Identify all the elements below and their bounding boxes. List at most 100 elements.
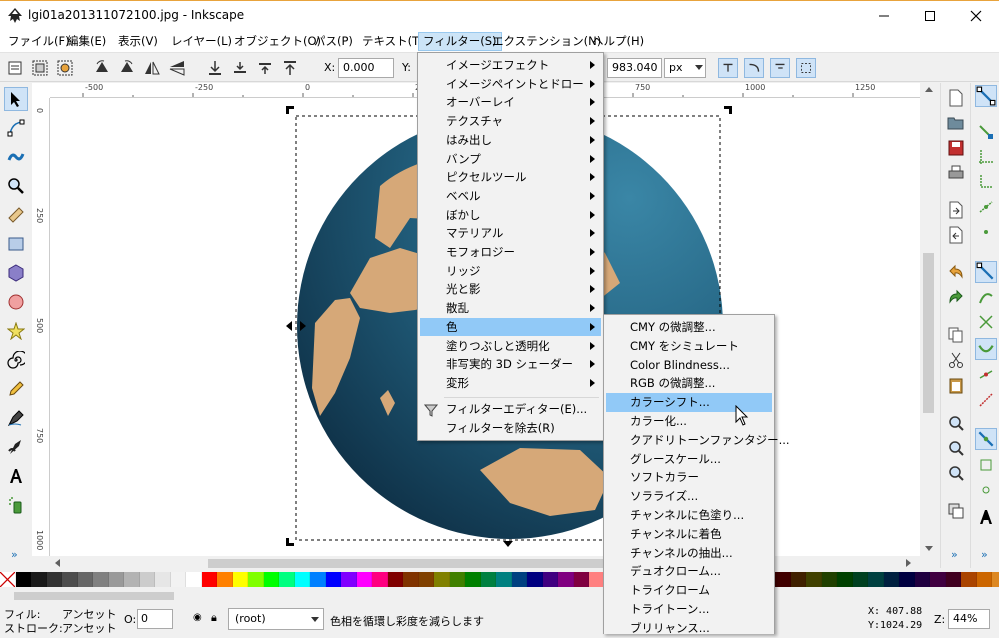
snap-intersection-icon[interactable] (977, 313, 995, 331)
resize-handle-sw[interactable] (286, 538, 294, 546)
no-paint-swatch[interactable] (0, 572, 16, 587)
import-icon[interactable] (947, 201, 965, 219)
color-swatch[interactable] (232, 572, 248, 587)
snap-path-icon[interactable] (977, 288, 995, 306)
resize-handle-ne[interactable] (724, 106, 732, 114)
color-swatch[interactable] (325, 572, 341, 587)
filter-menu-item[interactable]: リッジ (420, 262, 601, 281)
snap-text-baseline-icon[interactable] (977, 481, 995, 499)
flip-horizontal-icon[interactable] (142, 58, 162, 78)
menu-edit[interactable]: 編集(E) (63, 32, 110, 51)
print-icon[interactable] (947, 164, 965, 182)
snap-page-border-icon[interactable] (977, 508, 995, 526)
color-swatch[interactable] (558, 572, 574, 587)
color-swatch[interactable] (356, 572, 372, 587)
tool-ellipse[interactable] (4, 290, 28, 314)
color-swatch[interactable] (341, 572, 357, 587)
scale-stroke-icon[interactable] (718, 58, 738, 78)
tool-3dbox[interactable] (4, 261, 28, 285)
color-swatch[interactable] (775, 572, 791, 587)
color-filter-item[interactable]: RGB の微調整... (606, 374, 772, 393)
color-swatch[interactable] (573, 572, 589, 587)
scroll-down-arrow[interactable] (925, 546, 933, 551)
raise-to-top-icon[interactable] (280, 58, 300, 78)
vscroll-thumb[interactable] (923, 253, 934, 413)
zoom-drawing-icon[interactable] (947, 439, 965, 457)
color-swatch[interactable] (279, 572, 295, 587)
tool-pen[interactable] (4, 406, 28, 430)
palette-scroll-thumb[interactable] (14, 592, 174, 600)
color-swatch[interactable] (480, 572, 496, 587)
color-swatch[interactable] (263, 572, 279, 587)
color-swatch[interactable] (837, 572, 853, 587)
snap-smooth-icon[interactable] (977, 366, 995, 384)
remove-filter-item[interactable]: フィルターを除去(R) (420, 419, 601, 438)
snap-line-midpoint-icon[interactable] (977, 391, 995, 409)
color-swatch[interactable] (62, 572, 78, 587)
filter-menu-item[interactable]: ベベル (420, 187, 601, 206)
color-swatch[interactable] (945, 572, 961, 587)
snap-nodes-icon[interactable] (975, 261, 997, 283)
snap-toggle-icon[interactable] (975, 85, 997, 107)
close-button[interactable] (953, 1, 999, 31)
export-icon[interactable] (947, 226, 965, 244)
color-swatch[interactable] (821, 572, 837, 587)
horizontal-scrollbar[interactable] (50, 556, 920, 571)
filter-editor-item[interactable]: フィルターエディター(E)... (420, 400, 601, 419)
maximize-button[interactable] (907, 1, 953, 31)
paste-icon[interactable] (947, 376, 965, 394)
scroll-left-arrow[interactable] (55, 559, 60, 567)
tool-star[interactable] (4, 319, 28, 343)
tool-spray[interactable] (4, 493, 28, 517)
color-swatch[interactable] (248, 572, 264, 587)
color-filter-item[interactable]: チャンネルの抽出... (606, 544, 772, 563)
scale-corners-icon[interactable] (744, 58, 764, 78)
color-swatch[interactable] (124, 572, 140, 587)
tool-node[interactable] (4, 116, 28, 140)
color-swatch[interactable] (465, 572, 481, 587)
color-swatch[interactable] (77, 572, 93, 587)
filter-menu-item[interactable]: 散乱 (420, 299, 601, 318)
zoom-field[interactable]: 44% (948, 609, 990, 629)
undo-icon[interactable] (947, 263, 965, 281)
filter-menu-item[interactable]: イメージエフェクト (420, 56, 601, 75)
snap-bbox-icon[interactable] (977, 123, 995, 141)
filter-menu-item[interactable]: 非写実的 3D シェーダー (420, 355, 601, 374)
more-commands-icon[interactable]: » (951, 548, 958, 561)
color-swatch[interactable] (976, 572, 992, 587)
menu-path[interactable]: パス(P) (310, 32, 357, 51)
color-swatch[interactable] (372, 572, 388, 587)
duplicate-icon[interactable] (947, 502, 965, 520)
tool-calligraphy[interactable] (4, 435, 28, 459)
color-swatch[interactable] (139, 572, 155, 587)
color-filter-item[interactable]: ソラライズ... (606, 487, 772, 506)
snap-bbox-center-icon[interactable] (977, 223, 995, 241)
filter-menu-item[interactable]: 色 (420, 317, 601, 337)
color-filter-item[interactable]: グレースケール... (606, 450, 772, 469)
filter-menu-item[interactable]: バンプ (420, 150, 601, 169)
select-all-icon[interactable] (5, 58, 25, 78)
color-swatch[interactable] (15, 572, 31, 587)
lower-to-bottom-icon[interactable] (205, 58, 225, 78)
color-swatch[interactable] (387, 572, 403, 587)
color-swatch[interactable] (992, 572, 999, 587)
color-filter-item[interactable]: Color Blindness... (606, 356, 772, 375)
color-swatch[interactable] (527, 572, 543, 587)
unit-select[interactable]: px (664, 58, 706, 78)
redo-icon[interactable] (947, 288, 965, 306)
more-tools-icon[interactable]: » (11, 548, 18, 561)
color-swatch[interactable] (46, 572, 62, 587)
color-swatch[interactable] (434, 572, 450, 587)
scroll-right-arrow[interactable] (906, 559, 911, 567)
vertical-scrollbar[interactable] (920, 83, 937, 556)
tool-text[interactable] (4, 464, 28, 488)
filter-menu-item[interactable]: ぼかし (420, 206, 601, 225)
color-swatch[interactable] (31, 572, 47, 587)
tool-tweak[interactable] (4, 145, 28, 169)
minimize-button[interactable] (861, 1, 907, 31)
color-swatch[interactable] (155, 572, 171, 587)
color-swatch[interactable] (108, 572, 124, 587)
color-swatch[interactable] (852, 572, 868, 587)
color-swatch[interactable] (170, 572, 186, 587)
raise-icon[interactable] (255, 58, 275, 78)
